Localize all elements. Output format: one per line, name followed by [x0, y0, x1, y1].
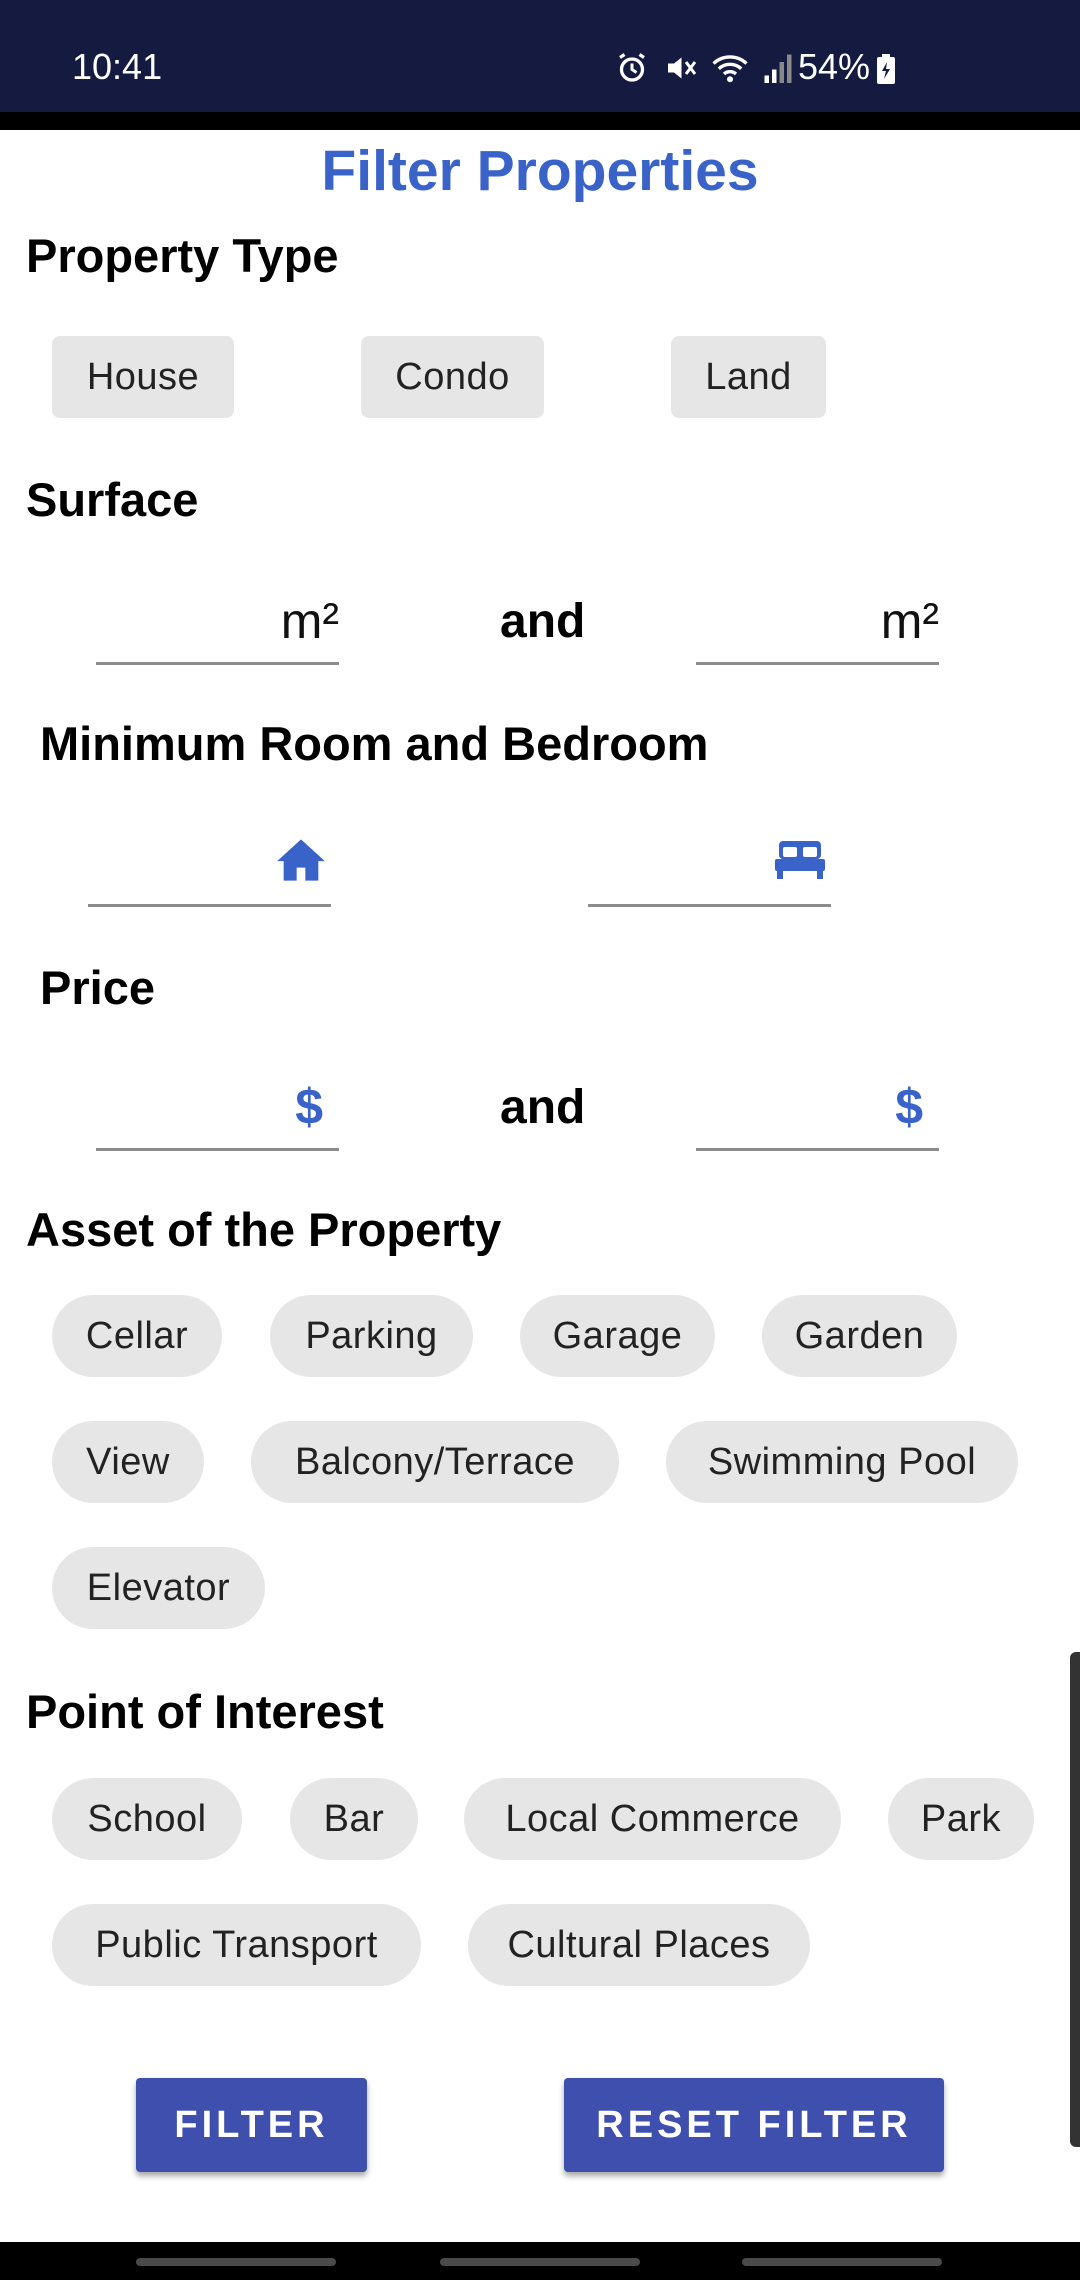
price-and-label: and [500, 1081, 586, 1134]
chip-elevator[interactable]: Elevator [52, 1547, 265, 1629]
chip-garden[interactable]: Garden [762, 1295, 957, 1377]
chip-local-commerce[interactable]: Local Commerce [464, 1778, 841, 1860]
reset-filter-button[interactable]: RESET FILTER [564, 2078, 944, 2172]
bed-icon [773, 839, 827, 884]
price-min-field[interactable]: $ [96, 1070, 339, 1151]
status-time: 10:41 [72, 46, 163, 87]
price-heading: Price [40, 961, 155, 1014]
nav-handle-center[interactable] [440, 2258, 640, 2266]
chip-swimming-pool[interactable]: Swimming Pool [666, 1421, 1018, 1503]
property-type-heading: Property Type [26, 229, 339, 282]
chip-cellar[interactable]: Cellar [52, 1295, 222, 1377]
chip-house[interactable]: House [52, 336, 234, 418]
surface-min-field[interactable]: m² [96, 584, 339, 665]
chip-public-transport[interactable]: Public Transport [52, 1904, 421, 1986]
poi-heading: Point of Interest [26, 1685, 384, 1738]
home-icon [275, 837, 327, 888]
nav-handle-left[interactable] [136, 2258, 336, 2266]
filter-button[interactable]: FILTER [136, 2078, 367, 2172]
surface-heading: Surface [26, 473, 199, 526]
chip-cultural-places[interactable]: Cultural Places [468, 1904, 810, 1986]
price-max-field[interactable]: $ [696, 1070, 939, 1151]
dollar-icon: $ [895, 1079, 923, 1135]
chip-bar[interactable]: Bar [290, 1778, 418, 1860]
signal-icon [762, 50, 794, 91]
assets-heading: Asset of the Property [26, 1203, 502, 1256]
scrollbar[interactable] [1070, 1652, 1080, 2147]
battery-icon [876, 54, 896, 89]
toolbar-edge [0, 112, 1080, 130]
status-bar: 10:41 54% [0, 0, 1080, 112]
surface-min-unit: m² [280, 593, 339, 649]
wifi-icon [710, 50, 750, 91]
surface-max-field[interactable]: m² [696, 584, 939, 665]
battery-percent: 54% [798, 46, 871, 87]
chip-balcony-terrace[interactable]: Balcony/Terrace [251, 1421, 619, 1503]
navigation-bar [0, 2242, 1080, 2280]
surface-and-label: and [500, 595, 586, 648]
surface-max-unit: m² [880, 593, 939, 649]
chip-parking[interactable]: Parking [270, 1295, 473, 1377]
min-bedrooms-field[interactable] [588, 826, 831, 907]
dollar-icon: $ [295, 1079, 323, 1135]
chip-garage[interactable]: Garage [520, 1295, 715, 1377]
chip-condo[interactable]: Condo [361, 336, 544, 418]
chip-view[interactable]: View [52, 1421, 204, 1503]
min-rooms-field[interactable] [88, 826, 331, 907]
mute-icon [662, 50, 698, 91]
chip-park[interactable]: Park [888, 1778, 1034, 1860]
rooms-heading: Minimum Room and Bedroom [40, 717, 709, 770]
alarm-icon [614, 50, 650, 91]
chip-school[interactable]: School [52, 1778, 242, 1860]
page-title: Filter Properties [321, 139, 759, 203]
chip-land[interactable]: Land [671, 336, 826, 418]
nav-handle-right[interactable] [742, 2258, 942, 2266]
